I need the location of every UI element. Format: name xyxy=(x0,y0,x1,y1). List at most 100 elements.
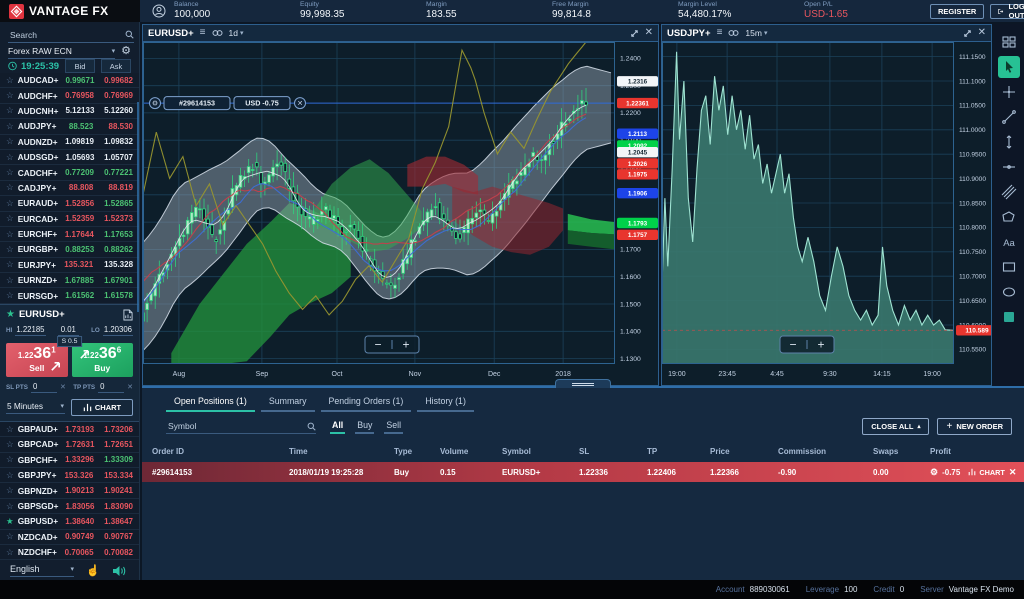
watchlist-row-AUDNZD[interactable]: ☆AUDNZD+1.098191.09832 xyxy=(0,135,139,150)
timeframe-select[interactable]: 5 Minutes ▾ xyxy=(6,401,65,414)
filter-sell[interactable]: Sell xyxy=(384,420,403,434)
ask-price[interactable]: 1.17653 xyxy=(94,230,133,239)
favorite-star-icon[interactable]: ☆ xyxy=(6,229,16,240)
ask-price[interactable]: 1.05707 xyxy=(94,153,133,162)
favorite-star-icon[interactable]: ☆ xyxy=(6,470,16,481)
text-icon[interactable]: Aa xyxy=(998,231,1020,253)
watchlist-row-NZDCAD[interactable]: ☆NZDCAD+0.907490.90767 xyxy=(0,530,139,545)
ask-column-header[interactable]: Ask xyxy=(101,59,131,73)
favorite-star-icon[interactable]: ★ xyxy=(6,516,16,527)
bid-price[interactable]: 1.52359 xyxy=(58,214,94,223)
watchlist-row-EURCAD[interactable]: ☆EURCAD+1.523591.52373 xyxy=(0,212,139,227)
watchlist-row-GBPSGD[interactable]: ☆GBPSGD+1.830561.83090 xyxy=(0,499,139,514)
ask-price[interactable]: 0.76969 xyxy=(94,91,133,100)
ask-price[interactable]: 1.52373 xyxy=(94,214,133,223)
favorite-star-icon[interactable]: ☆ xyxy=(6,213,16,224)
ask-price[interactable]: 1.73206 xyxy=(94,425,133,434)
register-button[interactable]: REGISTER xyxy=(930,4,984,19)
chart-close-icon[interactable]: ✕ xyxy=(978,28,986,38)
usdjpy-chart-canvas[interactable]: 111.1500111.1000111.0500111.0000110.9500… xyxy=(662,42,991,385)
account-person-icon[interactable] xyxy=(152,4,166,18)
favorite-star-icon[interactable]: ☆ xyxy=(6,501,16,512)
open-chart-button[interactable]: CHART xyxy=(71,399,133,416)
favorite-star-icon[interactable]: ☆ xyxy=(6,244,16,255)
rectangle-icon[interactable] xyxy=(998,256,1020,278)
tp-pts-input[interactable]: 0 xyxy=(98,382,124,393)
bid-price[interactable]: 1.52856 xyxy=(58,199,94,208)
account-type-select[interactable]: Forex RAW ECN ▾ xyxy=(8,43,115,59)
col-header-price[interactable]: Price xyxy=(710,447,778,456)
zoom-out-button[interactable]: − xyxy=(374,338,381,352)
zoom-in-button[interactable]: + xyxy=(402,338,409,352)
bid-price[interactable]: 1.05693 xyxy=(58,153,94,162)
favorite-star-icon[interactable]: ☆ xyxy=(6,454,16,465)
language-select[interactable]: English ▾ xyxy=(10,564,74,577)
bid-price[interactable]: 1.83056 xyxy=(58,502,94,511)
close-position-icon[interactable]: ✕ xyxy=(1009,467,1017,478)
favorite-star-icon[interactable]: ☆ xyxy=(6,485,16,496)
layout-grid-icon[interactable] xyxy=(998,31,1020,53)
ellipse-icon[interactable] xyxy=(998,281,1020,303)
col-header-order-id[interactable]: Order ID xyxy=(152,447,289,456)
eurusd-chart-canvas[interactable]: 1.24001.23001.22001.21001.20001.19001.18… xyxy=(143,42,658,385)
filter-all[interactable]: All xyxy=(330,420,345,434)
volume-step-value[interactable]: 0.01 xyxy=(58,325,79,336)
crosshair-icon[interactable] xyxy=(998,81,1020,103)
watchlist-row-EURGBP[interactable]: ☆EURGBP+0.882530.88262 xyxy=(0,242,139,257)
watchlist-row-GBPJPY[interactable]: ☆GBPJPY+153.326153.334 xyxy=(0,468,139,483)
chart-close-icon[interactable]: ✕ xyxy=(645,28,653,38)
bid-price[interactable]: 0.77209 xyxy=(58,168,94,177)
fan-lines-icon[interactable] xyxy=(998,181,1020,203)
watchlist-row-GBPCAD[interactable]: ☆GBPCAD+1.726311.72651 xyxy=(0,437,139,452)
sl-clear-icon[interactable]: ✕ xyxy=(60,383,66,391)
favorite-star-icon[interactable]: ☆ xyxy=(6,136,16,147)
watchlist-settings-gear-icon[interactable]: ⚙ xyxy=(121,46,131,57)
watchlist-row-GBPUSD[interactable]: ★GBPUSD+1.386401.38647 xyxy=(0,514,139,529)
ask-price[interactable]: 153.334 xyxy=(93,471,133,480)
bid-price[interactable]: 135.321 xyxy=(56,260,93,269)
ask-price[interactable]: 135.328 xyxy=(93,260,133,269)
favorite-star-icon[interactable]: ☆ xyxy=(6,439,16,450)
ask-price[interactable]: 0.77221 xyxy=(94,168,133,177)
symbol-info-document-icon[interactable] xyxy=(123,309,133,321)
ask-price[interactable]: 1.72651 xyxy=(94,440,133,449)
col-header-profit[interactable]: Profit xyxy=(930,447,1014,456)
chart-link-icon[interactable] xyxy=(212,29,223,37)
bid-price[interactable]: 1.17644 xyxy=(57,230,94,239)
bid-price[interactable]: 1.67885 xyxy=(57,276,94,285)
buy-button[interactable]: 1.22366 Buy xyxy=(72,343,134,377)
ask-price[interactable]: 1.90241 xyxy=(94,486,133,495)
tab-history-[interactable]: History (1) xyxy=(417,393,474,412)
favorite-star-icon[interactable]: ☆ xyxy=(6,105,16,116)
favorite-star-icon[interactable]: ☆ xyxy=(6,90,16,101)
watchlist-row-EURAUD[interactable]: ☆EURAUD+1.528561.52865 xyxy=(0,196,139,211)
favorite-star-icon[interactable]: ☆ xyxy=(6,547,16,558)
favorite-star-icon[interactable]: ☆ xyxy=(6,152,16,163)
bid-price[interactable]: 0.88253 xyxy=(58,245,94,254)
watchlist-row-GBPNZD[interactable]: ☆GBPNZD+1.902131.90241 xyxy=(0,483,139,498)
one-click-trading-hand-icon[interactable]: ☝ xyxy=(86,564,100,577)
ask-price[interactable]: 1.61578 xyxy=(94,291,133,300)
ask-price[interactable]: 88.530 xyxy=(93,122,133,131)
watchlist-row-EURNZD[interactable]: ☆EURNZD+1.678851.67901 xyxy=(0,273,139,288)
col-header-time[interactable]: Time xyxy=(289,447,394,456)
sl-pts-input[interactable]: 0 xyxy=(31,382,57,393)
favorite-star-icon[interactable]: ★ xyxy=(6,309,15,320)
cursor-icon[interactable] xyxy=(998,56,1020,78)
watchlist-row-GBPAUD[interactable]: ☆GBPAUD+1.731931.73206 xyxy=(0,422,139,437)
polygon-icon[interactable] xyxy=(998,206,1020,228)
col-header-commission[interactable]: Commission xyxy=(778,447,873,456)
watchlist-row-GBPCHF[interactable]: ☆GBPCHF+1.332961.33309 xyxy=(0,453,139,468)
bid-price[interactable]: 0.90749 xyxy=(58,532,94,541)
ask-price[interactable]: 1.33309 xyxy=(94,455,133,464)
col-header-symbol[interactable]: Symbol xyxy=(502,447,579,456)
ask-price[interactable]: 1.52865 xyxy=(94,199,133,208)
ask-price[interactable]: 0.90767 xyxy=(94,532,133,541)
col-header-type[interactable]: Type xyxy=(394,447,440,456)
watchlist-row-NZDCHF[interactable]: ☆NZDCHF+0.700650.70082 xyxy=(0,545,139,560)
bid-column-header[interactable]: Bid xyxy=(65,59,95,73)
favorite-star-icon[interactable]: ☆ xyxy=(6,198,16,209)
search-field[interactable] xyxy=(8,27,134,43)
panel-resize-handle[interactable] xyxy=(555,379,611,388)
brush-square-icon[interactable] xyxy=(998,306,1020,328)
